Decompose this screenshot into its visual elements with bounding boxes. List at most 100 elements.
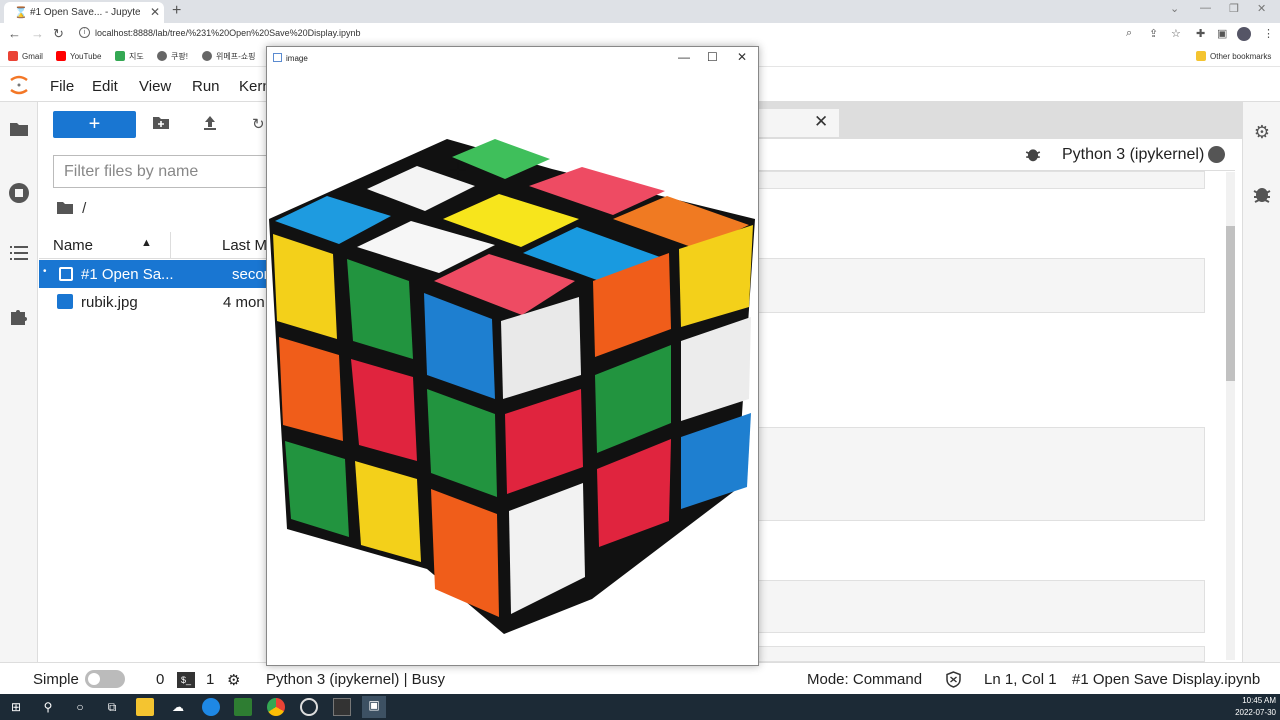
address-bar[interactable]: i localhost:8888/lab/tree/%231%20Open%20… [75, 25, 1115, 43]
close-notebook-icon[interactable]: ✕ [814, 112, 828, 132]
image-window-titlebar[interactable]: image — ☐ ✕ [267, 47, 758, 69]
column-divider [170, 232, 171, 259]
back-icon[interactable]: ← [8, 26, 21, 41]
edge-icon[interactable] [202, 698, 220, 716]
terminal-count[interactable]: 0 [156, 671, 164, 688]
sidepanel-icon[interactable]: ▣ [1217, 27, 1227, 40]
maximize-icon[interactable]: ☐ [707, 50, 718, 64]
new-tab-button[interactable]: + [172, 2, 181, 20]
kernel-busy-indicator-icon [1208, 146, 1225, 163]
folder-icon[interactable] [8, 120, 30, 142]
column-last-modified[interactable]: Last M [222, 237, 267, 254]
info-icon[interactable]: i [79, 27, 90, 38]
image-window[interactable]: image — ☐ ✕ [266, 46, 759, 666]
minimize-icon[interactable]: — [678, 50, 690, 64]
extension-puzzle-icon[interactable] [8, 306, 30, 328]
notebook-toolbar: Python 3 (ipykernel) [757, 139, 1235, 171]
close-window-icon[interactable]: ✕ [1257, 2, 1266, 15]
menu-view[interactable]: View [139, 78, 171, 95]
star-icon[interactable]: ☆ [1171, 27, 1181, 40]
new-launcher-button[interactable]: + [53, 111, 136, 138]
windows-taskbar: ⊞ ⚲ ○ ⧉ ☁ ▣ [0, 694, 1280, 720]
filter-files-input[interactable]: Filter files by name [53, 155, 267, 188]
extensions-icon[interactable]: ✚ [1196, 27, 1205, 40]
windows-start-icon[interactable]: ⊞ [7, 698, 25, 716]
debugger-bug-icon[interactable] [1025, 146, 1041, 168]
forward-icon[interactable]: → [31, 26, 44, 41]
menu-run[interactable]: Run [192, 78, 220, 95]
bookmark-wemakeprice[interactable]: 위메프-쇼핑 [202, 51, 255, 62]
notebook-cell[interactable] [757, 646, 1205, 662]
cursor-position[interactable]: Ln 1, Col 1 [984, 671, 1057, 688]
taskbar-clock[interactable]: 10:45 AM 2022-07-30 [1228, 695, 1276, 719]
chrome-icon[interactable] [267, 698, 285, 716]
globe-icon [202, 51, 212, 61]
file-row[interactable]: • #1 Open Sa... secon [39, 260, 272, 288]
cortana-icon[interactable]: ○ [71, 698, 89, 716]
file-name: rubik.jpg [81, 294, 138, 311]
file-row[interactable]: rubik.jpg 4 mon [39, 288, 267, 316]
notebook-cell[interactable] [757, 171, 1205, 189]
trusted-shield-icon[interactable] [945, 671, 962, 692]
browser-tab[interactable]: ⌛ #1 Open Save... - JupyterLab ✕ [4, 2, 164, 23]
menu-icon[interactable]: ⋮ [1263, 27, 1274, 40]
bookmark-maps[interactable]: 지도 [115, 51, 144, 62]
restore-icon[interactable]: ❐ [1229, 2, 1239, 15]
share-icon[interactable]: ⇪ [1149, 27, 1158, 40]
excel-icon[interactable] [234, 698, 252, 716]
running-stop-icon[interactable] [8, 182, 30, 204]
refresh-icon[interactable]: ↻ [252, 115, 265, 133]
breadcrumb[interactable]: / [56, 200, 86, 217]
other-bookmarks[interactable]: Other bookmarks [1196, 51, 1271, 61]
terminal-icon[interactable]: $_ [177, 672, 195, 688]
browser-tab-title: #1 Open Save... - JupyterLab [30, 7, 140, 18]
debugger-bug-icon[interactable] [1251, 184, 1273, 206]
terminal-app-icon[interactable] [333, 698, 351, 716]
profile-avatar[interactable] [1237, 27, 1251, 41]
image-viewer-active-icon[interactable]: ▣ [362, 696, 386, 718]
clock-time: 10:45 AM [1242, 696, 1276, 705]
running-dot-icon: • [43, 266, 47, 277]
youtube-icon [56, 51, 66, 61]
obs-icon[interactable] [300, 698, 318, 716]
upload-icon[interactable] [203, 115, 217, 135]
window-app-icon [273, 53, 282, 62]
left-sidebar [0, 102, 38, 662]
file-name: #1 Open Sa... [81, 266, 174, 283]
close-tab-icon[interactable]: ✕ [150, 5, 160, 19]
bookmark-coupang[interactable]: 쿠팡! [157, 51, 188, 62]
kernel-name[interactable]: Python 3 (ipykernel) [1062, 146, 1204, 164]
toc-list-icon[interactable] [8, 244, 30, 266]
folder-icon [57, 202, 73, 214]
sort-ascending-icon[interactable]: ▲ [141, 237, 152, 249]
kernel-count[interactable]: 1 [206, 671, 214, 688]
task-view-icon[interactable]: ⧉ [103, 698, 121, 716]
app-icon[interactable]: ☁ [169, 698, 187, 716]
globe-icon [157, 51, 167, 61]
kernel-status[interactable]: Python 3 (ipykernel) | Busy [266, 671, 445, 688]
notebook-cell[interactable] [757, 427, 1205, 521]
property-inspector-gears-icon[interactable]: ⚙ [1251, 122, 1273, 144]
minimize-icon[interactable]: — [1200, 2, 1211, 14]
bookmark-youtube[interactable]: YouTube [56, 51, 101, 61]
dropdown-icon[interactable]: ⌄ [1170, 2, 1179, 15]
new-folder-icon[interactable] [152, 115, 170, 134]
reload-icon[interactable]: ↻ [53, 26, 64, 42]
notebook-tab[interactable]: ✕ [757, 109, 839, 137]
menu-edit[interactable]: Edit [92, 78, 118, 95]
scrollbar-thumb[interactable] [1226, 226, 1235, 381]
jupyter-favicon-icon: ⌛ [14, 7, 28, 19]
right-sidebar: ⚙ [1242, 102, 1280, 662]
column-name[interactable]: Name [53, 237, 93, 254]
search-icon[interactable]: ⚲ [39, 698, 57, 716]
close-window-icon[interactable]: ✕ [737, 50, 747, 64]
simple-mode-toggle[interactable] [85, 670, 125, 688]
status-bar: Simple 0 $_ 1 ⚙ Python 3 (ipykernel) | B… [0, 662, 1280, 694]
menu-file[interactable]: File [50, 78, 74, 95]
notebook-cell[interactable] [757, 258, 1205, 313]
kernel-chip-icon[interactable]: ⚙ [227, 671, 240, 689]
bookmark-gmail[interactable]: Gmail [8, 51, 43, 61]
zoom-icon[interactable]: ⌕ [1126, 27, 1132, 40]
notebook-cell[interactable] [757, 580, 1205, 633]
file-explorer-icon[interactable] [136, 698, 154, 716]
